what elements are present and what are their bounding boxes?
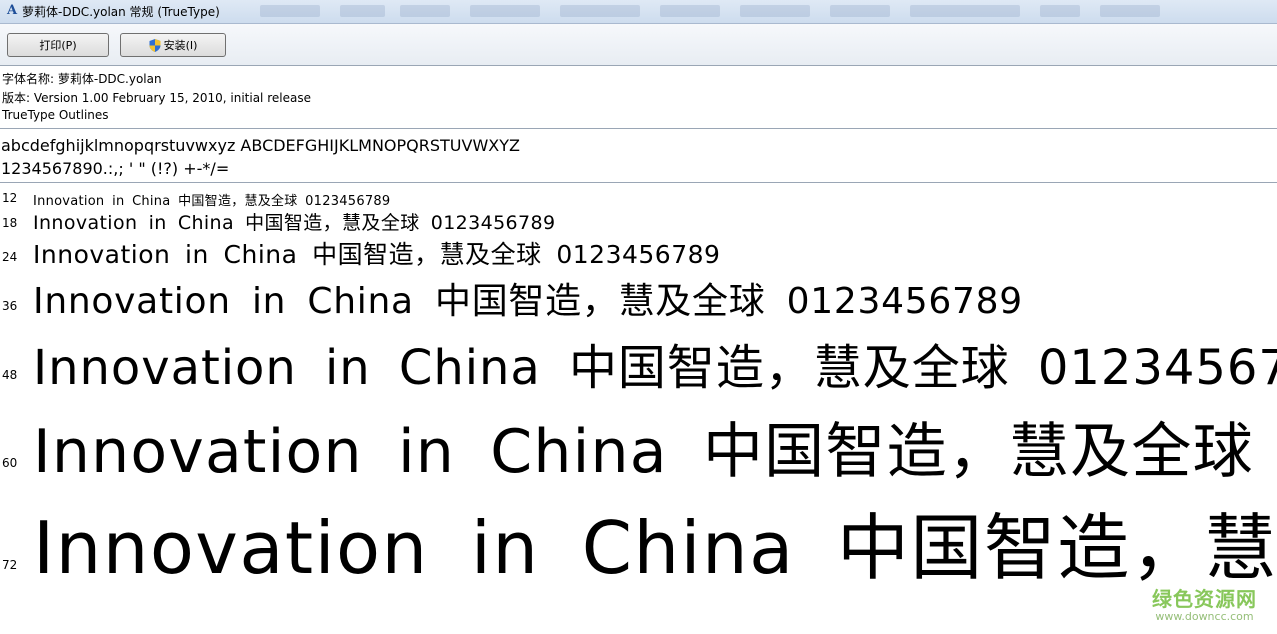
font-name-line: 字体名称: 萝莉体-DDC.yolan <box>2 72 162 86</box>
print-button-label: 打印(P) <box>39 39 77 52</box>
background-blur <box>1040 5 1080 17</box>
charset-digits-symbols: 1234567890.:,; ' " (!?) +-*/= <box>1 159 230 178</box>
sample-text: Innovation in China 中国智造，慧及全球 0123456789 <box>33 340 1277 394</box>
background-blur <box>740 5 810 17</box>
background-blur <box>830 5 890 17</box>
font-file-icon: A <box>6 3 18 18</box>
site-watermark: 绿色资源网 www.downcc.com <box>1152 583 1257 623</box>
sample-text: Innovation in China 中国智造，慧及全球 0123456789 <box>33 194 391 208</box>
background-blur <box>660 5 720 17</box>
background-blur <box>400 5 450 17</box>
sample-text: Innovation in China 中国智造，慧及全球 0123456789 <box>33 417 1277 487</box>
window-title: 萝莉体-DDC.yolan 常规 (TrueType) <box>22 5 220 19</box>
install-button-label: 安装(I) <box>163 39 198 52</box>
sample-size-label: 60 <box>2 456 18 470</box>
sample-row-12: 12 Innovation in China 中国智造，慧及全球 0123456… <box>0 188 1277 208</box>
sample-size-label: 12 <box>2 191 18 205</box>
sample-row-48: 48 Innovation in China 中国智造，慧及全球 0123456… <box>0 322 1277 394</box>
sample-size-label: 72 <box>2 558 18 572</box>
uac-shield-icon <box>149 38 161 52</box>
sample-row-72: 72 Innovation in China 中国智造，慧及全球 0123456… <box>0 489 1277 634</box>
background-blur <box>1100 5 1160 17</box>
background-blur <box>340 5 385 17</box>
print-button[interactable]: 打印(P) <box>7 33 109 57</box>
sample-text: Innovation in China 中国智造，慧及全球 0123456789 <box>33 212 556 234</box>
font-viewer-window: A 萝莉体-DDC.yolan 常规 (TrueType) 打印(P) 安装(I… <box>0 0 1277 634</box>
sample-size-label: 18 <box>2 216 18 230</box>
install-button[interactable]: 安装(I) <box>120 33 226 57</box>
sample-size-label: 24 <box>2 250 18 264</box>
title-bar[interactable]: A 萝莉体-DDC.yolan 常规 (TrueType) <box>0 0 1277 24</box>
sample-row-24: 24 Innovation in China 中国智造，慧及全球 0123456… <box>0 234 1277 270</box>
charset-letters: abcdefghijklmnopqrstuvwxyz ABCDEFGHIJKLM… <box>1 136 520 155</box>
font-version-line: 版本: Version 1.00 February 15, 2010, init… <box>2 91 311 105</box>
background-blur <box>910 5 1020 17</box>
font-outline-line: TrueType Outlines <box>2 108 109 122</box>
sample-row-18: 18 Innovation in China 中国智造，慧及全球 0123456… <box>0 207 1277 235</box>
watermark-url: www.downcc.com <box>1155 610 1254 623</box>
background-blur <box>260 5 320 17</box>
sample-text: Innovation in China 中国智造，慧及全球 0123456789 <box>33 506 1277 590</box>
font-info-panel: 字体名称: 萝莉体-DDC.yolan 版本: Version 1.00 Feb… <box>0 67 1277 129</box>
sample-row-60: 60 Innovation in China 中国智造，慧及全球 0123456… <box>0 394 1277 489</box>
background-blur <box>560 5 640 17</box>
sample-text: Innovation in China 中国智造，慧及全球 0123456789 <box>33 240 721 269</box>
sample-size-label: 36 <box>2 299 18 313</box>
sample-row-36: 36 Innovation in China 中国智造，慧及全球 0123456… <box>0 270 1277 322</box>
watermark-title: 绿色资源网 <box>1152 587 1257 611</box>
toolbar: 打印(P) 安装(I) <box>0 24 1277 66</box>
background-blur <box>470 5 540 17</box>
sample-sizes-panel: 12 Innovation in China 中国智造，慧及全球 0123456… <box>0 184 1277 634</box>
character-set-panel: abcdefghijklmnopqrstuvwxyz ABCDEFGHIJKLM… <box>0 130 1277 183</box>
sample-size-label: 48 <box>2 368 18 382</box>
sample-text: Innovation in China 中国智造，慧及全球 0123456789 <box>33 281 1023 322</box>
